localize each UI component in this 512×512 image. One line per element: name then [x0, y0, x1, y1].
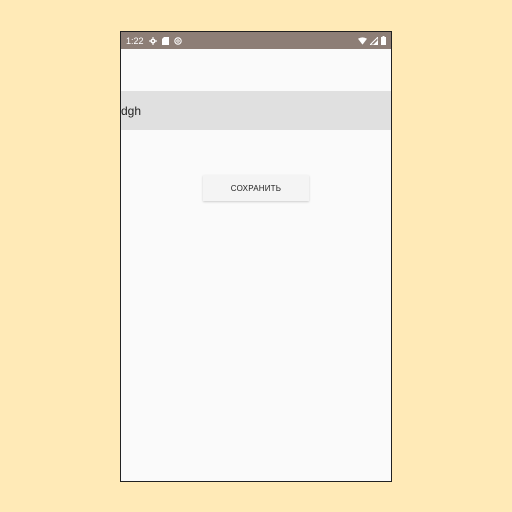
status-time: 1:22 — [126, 35, 144, 46]
text-input-value: dgh — [121, 103, 142, 118]
status-right — [358, 36, 391, 45]
phone-screen: 1:22 dgh СОХРАНИТЬ — [120, 31, 392, 482]
save-button[interactable]: СОХРАНИТЬ — [203, 175, 309, 201]
at-sign-icon — [173, 36, 182, 45]
wifi-icon — [358, 36, 367, 45]
status-bar: 1:22 — [121, 32, 391, 49]
battery-icon — [381, 36, 386, 45]
status-left: 1:22 — [121, 36, 182, 46]
text-input[interactable]: dgh — [121, 91, 391, 130]
sd-card-icon — [161, 36, 169, 45]
gear-icon — [148, 36, 157, 45]
signal-icon — [370, 36, 378, 45]
